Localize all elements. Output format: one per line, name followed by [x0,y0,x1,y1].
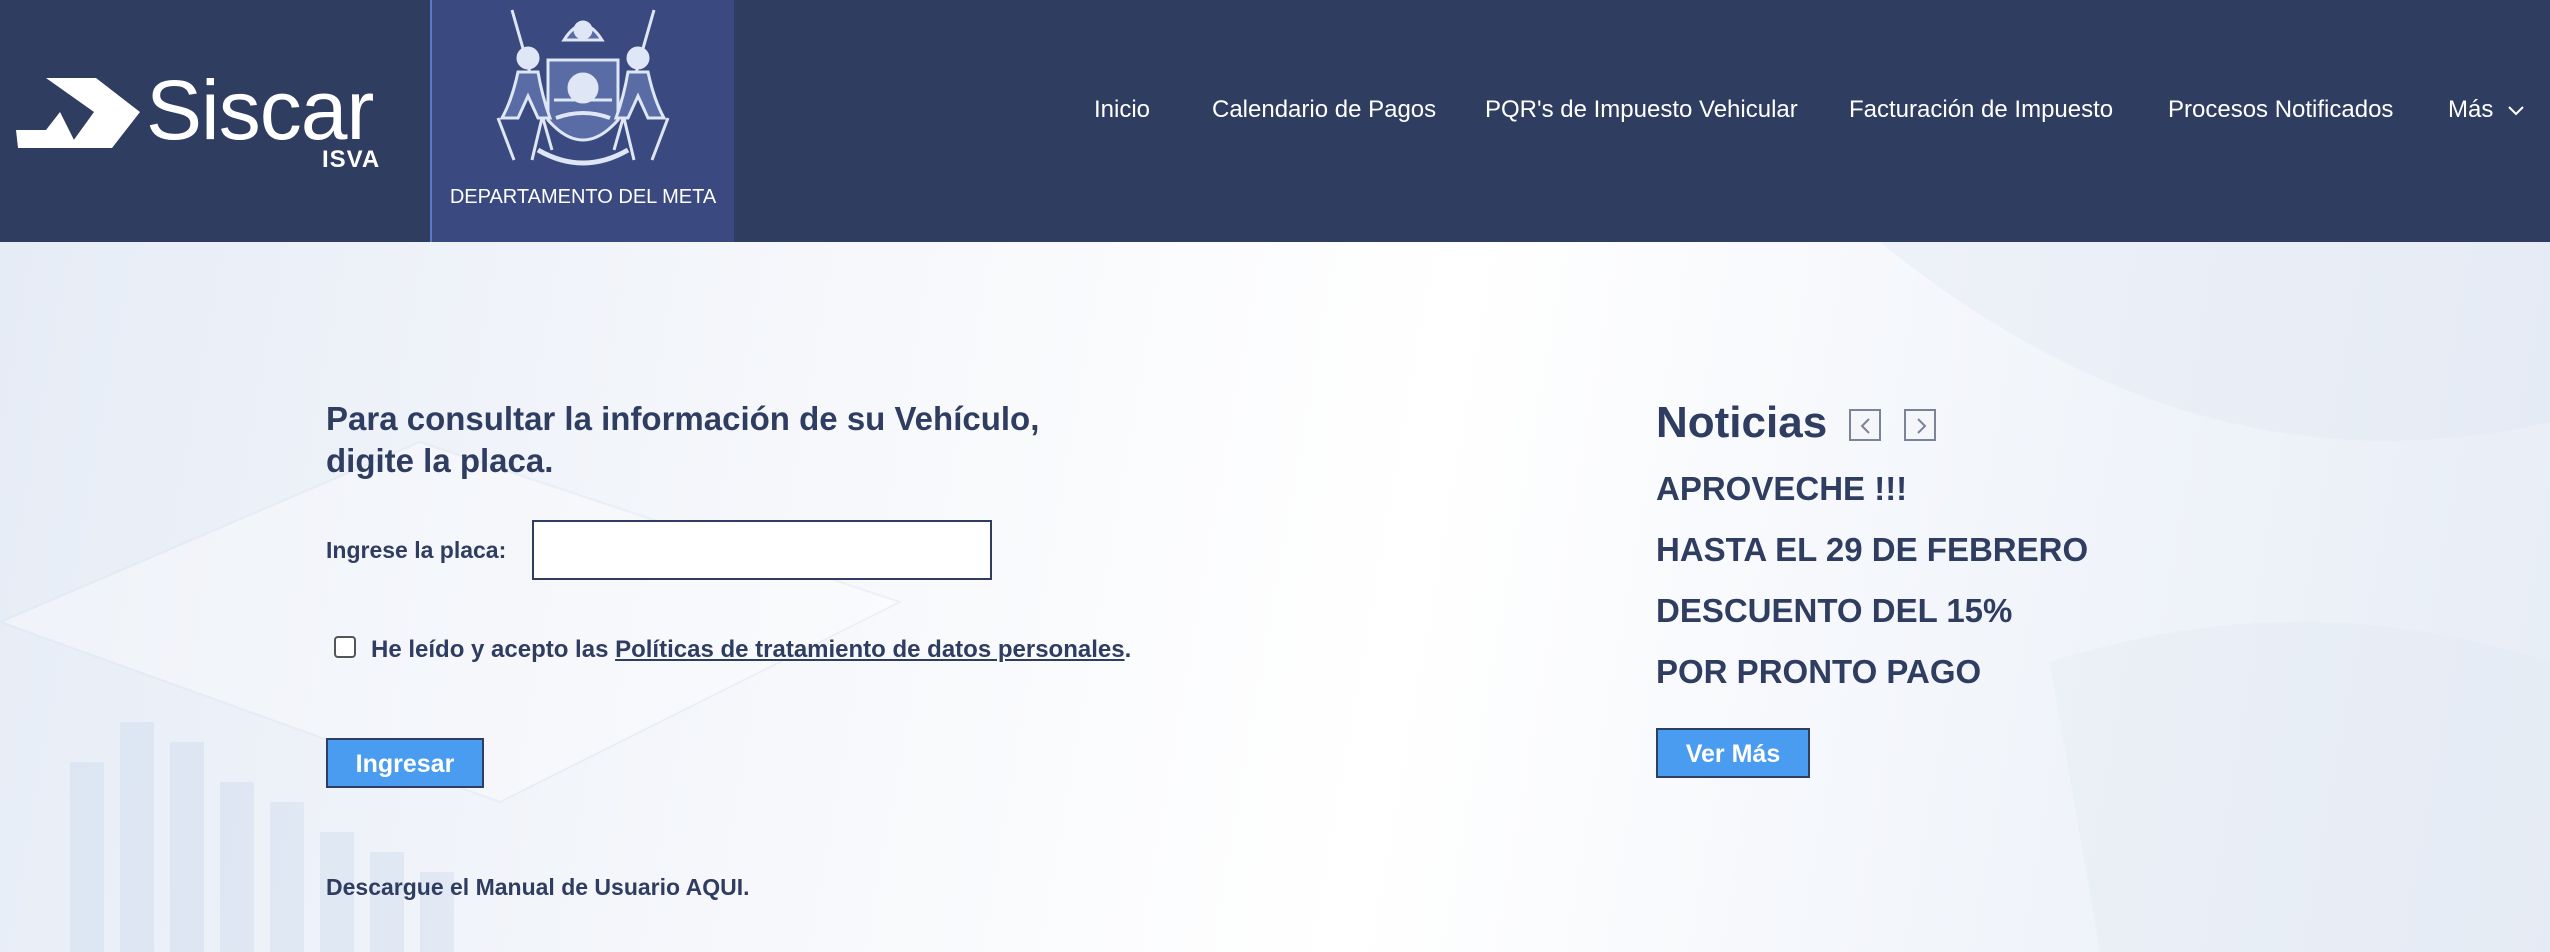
nav-item-procesos[interactable]: Procesos Notificados [2168,96,2393,124]
news-title: Noticias [1656,398,1828,447]
page-heading: Para consultar la información de su Vehí… [326,400,1040,479]
nav-item-pqr[interactable]: PQR's de Impuesto Vehicular [1485,96,1798,124]
coat-of-arms-icon [496,9,670,166]
site-header: Siscar ISVA DEPARTAMENTO DEL META Inicio… [0,0,2550,242]
background-illustration [0,242,2550,952]
siscar-logo[interactable]: Siscar ISVA [16,60,386,180]
plate-input[interactable] [532,520,992,580]
ver-mas-button[interactable]: Ver Más [1656,728,1810,778]
news-line: APROVECHE !!! [1656,470,1908,507]
department-crest-panel: DEPARTAMENTO DEL META [430,0,734,242]
consent-text: He leído y acepto las Políticas de trata… [371,636,1131,664]
chevron-right-icon [1917,418,1927,434]
nav-item-facturacion[interactable]: Facturación de Impuesto [1849,96,2113,124]
plate-label: Ingrese la placa: [326,537,507,563]
news-line: HASTA EL 29 DE FEBRERO [1656,531,2089,568]
news-next-button[interactable] [1904,409,1936,441]
hero-background [0,242,2550,952]
siscar-logo-icon [16,78,140,148]
consent-checkbox[interactable] [334,636,356,658]
ingresar-button[interactable]: Ingresar [326,738,484,788]
manual-download-link[interactable]: Descargue el Manual de Usuario AQUI. [326,874,750,901]
chevron-left-icon [1860,418,1870,434]
department-name: DEPARTAMENTO DEL META [449,186,717,208]
nav-item-mas[interactable]: Más [2448,96,2524,124]
nav-item-mas-label: Más [2448,96,2494,123]
brand-subtitle: ISVA [322,146,381,173]
brand-name: Siscar [146,63,374,157]
news-line: POR PRONTO PAGO [1656,653,1982,690]
chevron-down-icon [2508,105,2524,116]
consent-suffix: . [1124,636,1132,663]
news-line: DESCUENTO DEL 15% [1656,592,2013,629]
consent-prefix: He leído y acepto las [371,636,616,663]
nav-item-calendario[interactable]: Calendario de Pagos [1212,96,1436,124]
news-prev-button[interactable] [1849,409,1881,441]
privacy-policy-link[interactable]: Políticas de tratamiento de datos person… [615,636,1124,663]
nav-item-inicio[interactable]: Inicio [1094,96,1150,124]
